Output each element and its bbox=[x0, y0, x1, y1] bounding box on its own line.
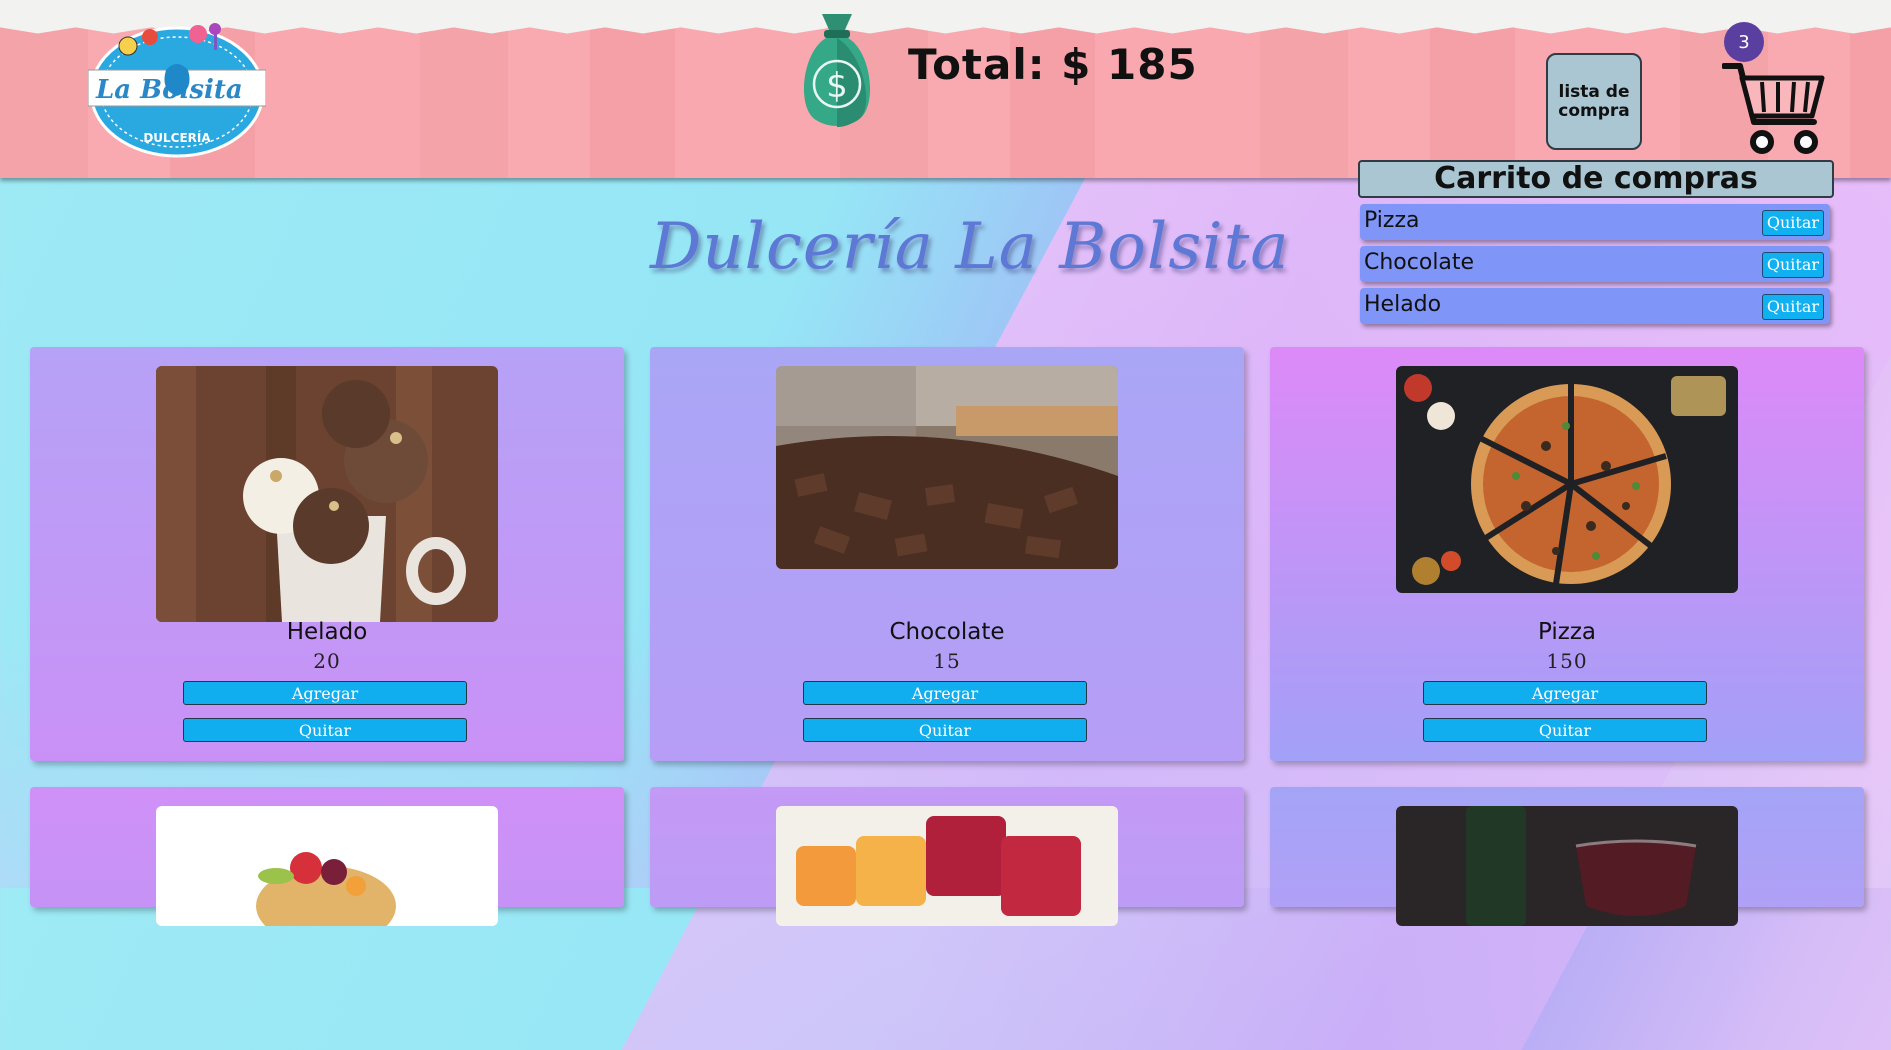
store-logo[interactable]: La Bolsita DULCERÍA bbox=[88, 20, 266, 158]
product-price: 150 bbox=[1546, 649, 1588, 673]
cart-item: Helado Quitar bbox=[1360, 288, 1830, 324]
fruit-tart-image bbox=[156, 806, 498, 926]
money-bag-icon: $ bbox=[803, 14, 871, 127]
cart-item-remove-button[interactable]: Quitar bbox=[1761, 210, 1824, 236]
cart-item-remove-button[interactable]: Quitar bbox=[1761, 252, 1824, 278]
product-card: Pizza 150 Agregar Quitar bbox=[1270, 347, 1864, 761]
product-card bbox=[1270, 787, 1864, 926]
shopping-list-button[interactable]: lista de compra bbox=[1546, 53, 1642, 150]
remove-from-cart-button[interactable]: Quitar bbox=[183, 718, 467, 742]
add-to-cart-button[interactable]: Agregar bbox=[803, 681, 1087, 705]
wine-image bbox=[1396, 806, 1738, 926]
cart-count-badge: 3 bbox=[1724, 22, 1764, 62]
cart-item-name: Pizza bbox=[1364, 208, 1420, 233]
cart-panel: Carrito de compras Pizza Quitar Chocolat… bbox=[1358, 160, 1834, 324]
cart-item-name: Helado bbox=[1364, 292, 1442, 317]
page-title: Dulcería La Bolsita bbox=[650, 210, 1290, 284]
cart-title: Carrito de compras bbox=[1358, 160, 1834, 198]
cart-item: Chocolate Quitar bbox=[1360, 246, 1830, 282]
pizza-image bbox=[1396, 366, 1738, 593]
gummy-candy-image bbox=[776, 806, 1118, 926]
ice-cream-image bbox=[156, 366, 498, 622]
product-card: Helado 20 Agregar Quitar bbox=[30, 347, 624, 761]
product-card: Chocolate 15 Agregar Quitar bbox=[650, 347, 1244, 761]
remove-from-cart-button[interactable]: Quitar bbox=[1423, 718, 1707, 742]
total-amount: Total: $ 185 bbox=[908, 40, 1198, 89]
product-name: Chocolate bbox=[889, 619, 1005, 645]
cart-item: Pizza Quitar bbox=[1360, 204, 1830, 240]
header: La Bolsita DULCERÍA $ Total: $ 185 lista… bbox=[0, 0, 1891, 178]
product-name: Pizza bbox=[1538, 619, 1596, 645]
product-card bbox=[650, 787, 1244, 926]
remove-from-cart-button[interactable]: Quitar bbox=[803, 718, 1087, 742]
svg-text:$: $ bbox=[826, 66, 848, 106]
cart-item-name: Chocolate bbox=[1364, 250, 1475, 275]
cart-item-remove-button[interactable]: Quitar bbox=[1761, 294, 1824, 320]
product-card bbox=[30, 787, 624, 926]
logo-subtext: DULCERÍA bbox=[143, 130, 211, 145]
header-zigzag bbox=[0, 0, 1891, 34]
chocolate-image bbox=[776, 366, 1118, 569]
product-name: Helado bbox=[286, 619, 368, 645]
shopping-cart-icon[interactable] bbox=[1722, 60, 1826, 156]
product-price: 15 bbox=[933, 649, 961, 673]
product-price: 20 bbox=[313, 649, 341, 673]
add-to-cart-button[interactable]: Agregar bbox=[1423, 681, 1707, 705]
add-to-cart-button[interactable]: Agregar bbox=[183, 681, 467, 705]
